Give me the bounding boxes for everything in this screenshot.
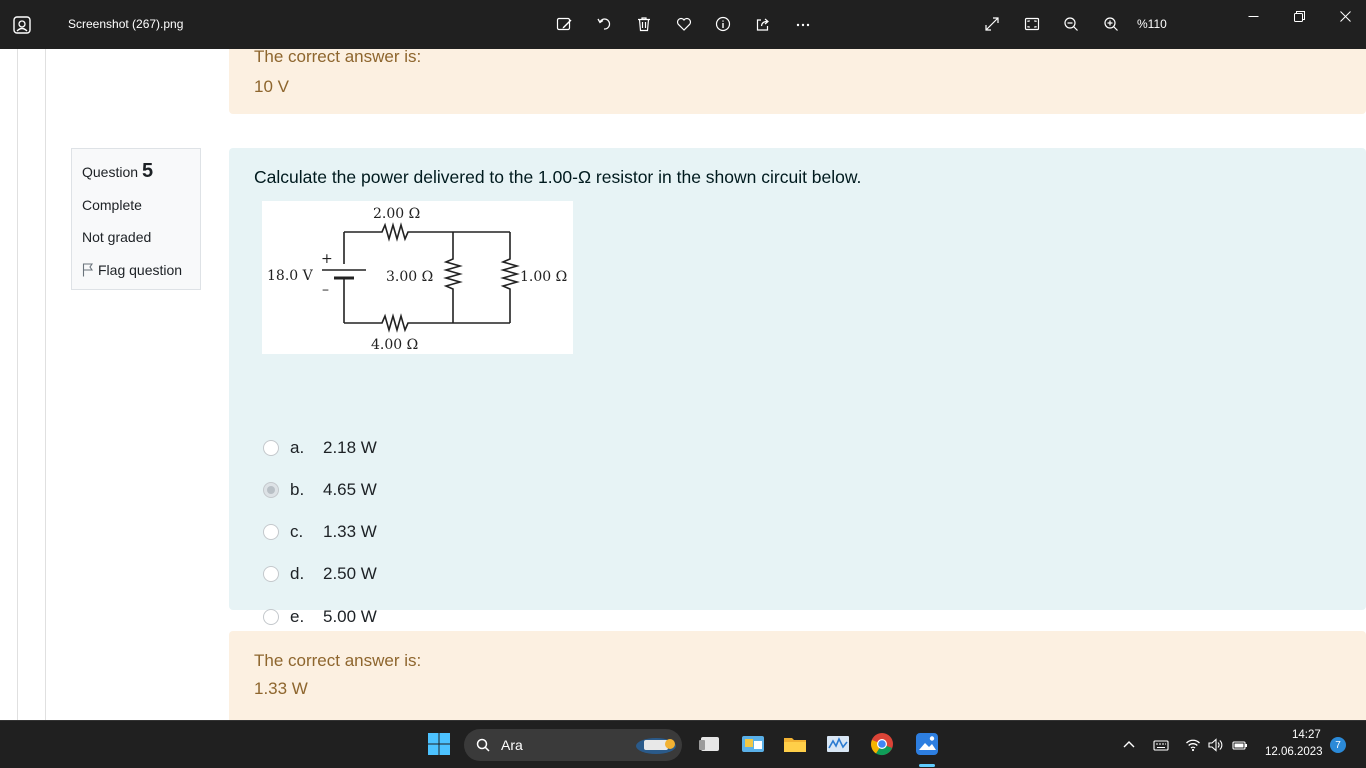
clock-time[interactable]: 14:27 xyxy=(1292,729,1321,741)
circuit-diagram: + – 18.0 V 2.00 Ω 3.00 Ω 1.00 Ω 4.00 Ω xyxy=(262,201,573,354)
search-label: Ara xyxy=(501,737,523,753)
fit-button[interactable] xyxy=(1021,13,1043,35)
battery-icon[interactable] xyxy=(1232,737,1248,753)
zoom-level[interactable]: %110 xyxy=(1137,17,1167,31)
restore-button[interactable] xyxy=(1289,6,1309,26)
viewer-title-bar: Screenshot (267).png %110 xyxy=(0,0,1366,49)
question-state: Complete xyxy=(82,197,142,213)
radio-e[interactable] xyxy=(263,609,279,625)
minimize-button[interactable] xyxy=(1243,6,1263,26)
file-explorer-icon[interactable] xyxy=(782,731,808,757)
previous-question-feedback: The correct answer is: 10 V xyxy=(229,49,1366,114)
edit-image-button[interactable] xyxy=(553,13,575,35)
close-button[interactable] xyxy=(1335,6,1355,26)
resistor-right-label: 1.00 Ω xyxy=(520,269,567,285)
more-icon xyxy=(796,23,810,27)
favorite-button[interactable] xyxy=(673,13,695,35)
chrome-icon[interactable] xyxy=(869,731,895,757)
chat-app-icon[interactable] xyxy=(740,731,766,757)
question-info-panel: Question 5 Complete Not graded Flag ques… xyxy=(71,148,201,290)
favorite-icon xyxy=(676,17,692,31)
flag-icon xyxy=(82,263,94,277)
keyboard-icon[interactable] xyxy=(1153,737,1169,753)
battery-voltage-label: 18.0 V xyxy=(267,268,314,284)
task-view-icon[interactable] xyxy=(697,731,723,757)
info-button[interactable] xyxy=(712,13,734,35)
notification-badge[interactable]: 7 xyxy=(1330,737,1346,753)
more-button[interactable] xyxy=(792,13,814,35)
question-feedback: The correct answer is: 1.33 W xyxy=(229,631,1366,720)
question-text: Calculate the power delivered to the 1.0… xyxy=(254,167,862,187)
fullscreen-button[interactable] xyxy=(981,13,1003,35)
taskbar: Ara 14:27 12.06.2023 7 xyxy=(0,720,1366,768)
resistor-middle-label: 3.00 Ω xyxy=(386,269,433,285)
window-title: Screenshot (267).png xyxy=(68,17,184,31)
battery-plus-sign: + xyxy=(321,251,333,267)
previous-correct-answer-label: The correct answer is: xyxy=(254,49,422,66)
edit-image-icon xyxy=(556,17,572,31)
taskbar-search[interactable]: Ara xyxy=(464,729,682,761)
question-number: Question 5 xyxy=(82,160,154,182)
clock-date[interactable]: 12.06.2023 xyxy=(1265,746,1323,758)
zoom-out-icon xyxy=(1064,17,1078,31)
radio-d[interactable] xyxy=(263,566,279,582)
battery-minus-sign: – xyxy=(322,282,329,298)
correct-answer-label: The correct answer is: xyxy=(254,651,422,670)
previous-correct-answer: 10 V xyxy=(254,77,289,96)
chevron-up-icon[interactable] xyxy=(1121,737,1137,753)
question-grade: Not graded xyxy=(82,229,152,245)
delete-icon xyxy=(638,17,650,32)
correct-answer: 1.33 W xyxy=(254,679,308,698)
fullscreen-icon xyxy=(985,17,999,31)
wifi-icon[interactable] xyxy=(1185,737,1201,753)
zoom-in-icon xyxy=(1104,17,1118,31)
zoom-out-button[interactable] xyxy=(1060,13,1082,35)
restore-icon xyxy=(1293,10,1305,22)
share-button[interactable] xyxy=(752,13,774,35)
flag-question-link[interactable]: Flag question xyxy=(82,262,182,278)
share-icon xyxy=(756,18,769,31)
search-highlight-illustration xyxy=(636,738,676,754)
fit-icon xyxy=(1024,17,1040,31)
info-icon xyxy=(715,16,731,32)
radio-c[interactable] xyxy=(263,524,279,540)
radio-b-selected[interactable] xyxy=(263,482,279,498)
photos-app-icon xyxy=(13,16,31,34)
zoom-in-button[interactable] xyxy=(1100,13,1122,35)
active-app-indicator xyxy=(919,764,935,767)
rotate-icon xyxy=(597,18,611,30)
resistor-top-label: 2.00 Ω xyxy=(373,206,420,222)
start-windows-icon[interactable] xyxy=(426,731,452,757)
volume-icon[interactable] xyxy=(1207,737,1223,753)
close-icon xyxy=(1339,10,1351,22)
question-box: Calculate the power delivered to the 1.0… xyxy=(229,148,1366,626)
photos-app-taskbar-icon[interactable] xyxy=(914,731,940,757)
minimize-icon xyxy=(1248,15,1258,17)
quiz-page: The correct answer is: 10 V Question 5 C… xyxy=(0,49,1366,720)
delete-button[interactable] xyxy=(633,13,655,35)
rotate-button[interactable] xyxy=(593,13,615,35)
search-icon xyxy=(476,738,490,752)
task-manager-icon[interactable] xyxy=(825,731,851,757)
resistor-bottom-label: 4.00 Ω xyxy=(371,337,418,353)
radio-a[interactable] xyxy=(263,440,279,456)
